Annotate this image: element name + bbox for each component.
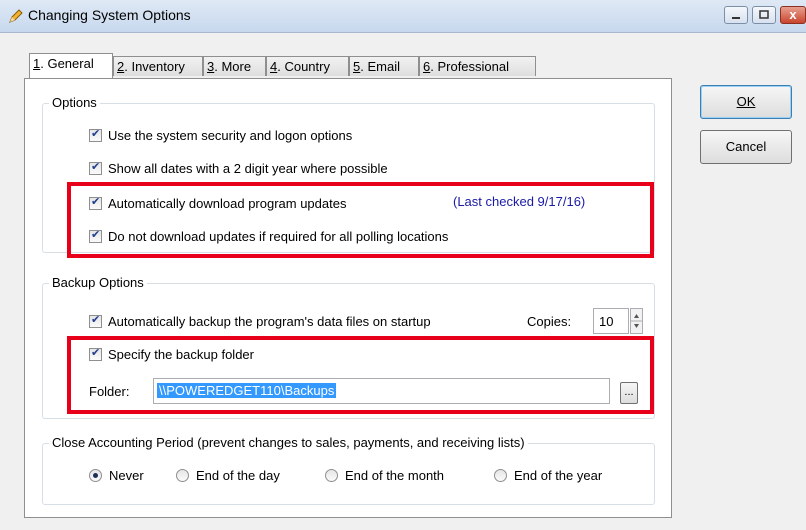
backup-legend: Backup Options: [49, 275, 147, 290]
title-bar: Changing System Options x: [0, 0, 806, 33]
tab-general[interactable]: 1. General: [29, 53, 113, 78]
maximize-button[interactable]: [752, 6, 776, 24]
radio-unselected[interactable]: [176, 469, 189, 482]
close-button[interactable]: x: [780, 6, 806, 24]
spin-arrows-icon: [631, 314, 642, 328]
tab-professional[interactable]: 6. Professional: [419, 56, 536, 76]
dates-option-label: Show all dates with a 2 digit year where…: [108, 161, 388, 176]
radio-selected[interactable]: [89, 469, 102, 482]
radio-end-of-day[interactable]: End of the day: [176, 468, 280, 483]
tab-country[interactable]: 4. Country: [266, 56, 349, 76]
radio-unselected[interactable]: [494, 469, 507, 482]
dates-checkbox-row[interactable]: Show all dates with a 2 digit year where…: [89, 160, 388, 176]
radio-unselected[interactable]: [325, 469, 338, 482]
cancel-button[interactable]: Cancel: [700, 130, 792, 164]
copies-spinner[interactable]: 10: [593, 308, 629, 334]
copies-label: Copies:: [527, 314, 572, 329]
radio-end-of-month[interactable]: End of the month: [325, 468, 444, 483]
options-legend: Options: [49, 95, 100, 110]
minimize-icon: [732, 17, 740, 19]
tab-more[interactable]: 3. More: [203, 56, 266, 76]
security-option-label: Use the system security and logon option…: [108, 128, 353, 143]
auto-backup-label: Automatically backup the program's data …: [108, 314, 431, 329]
radio-never[interactable]: Never: [89, 468, 144, 483]
checkbox-checked[interactable]: [89, 313, 102, 328]
checkbox-checked[interactable]: [89, 127, 102, 142]
maximize-icon: [759, 10, 769, 19]
tab-inventory[interactable]: 2. Inventory: [113, 56, 203, 76]
highlight-box-backup-folder: [67, 336, 654, 414]
close-icon: x: [789, 7, 797, 22]
copies-value: 10: [599, 314, 614, 329]
security-checkbox-row[interactable]: Use the system security and logon option…: [89, 127, 353, 143]
tab-email[interactable]: 5. Email: [349, 56, 419, 76]
ok-button[interactable]: OK: [700, 85, 792, 119]
minimize-button[interactable]: [724, 6, 748, 24]
checkbox-checked[interactable]: [89, 160, 102, 175]
pencil-icon: [9, 9, 23, 23]
close-period-legend: Close Accounting Period (prevent changes…: [49, 435, 528, 450]
radio-end-of-year[interactable]: End of the year: [494, 468, 602, 483]
auto-backup-checkbox-row[interactable]: Automatically backup the program's data …: [89, 313, 431, 329]
window-title: Changing System Options: [28, 7, 191, 23]
highlight-box-updates: [67, 182, 654, 258]
copies-spin-buttons[interactable]: [630, 308, 643, 334]
